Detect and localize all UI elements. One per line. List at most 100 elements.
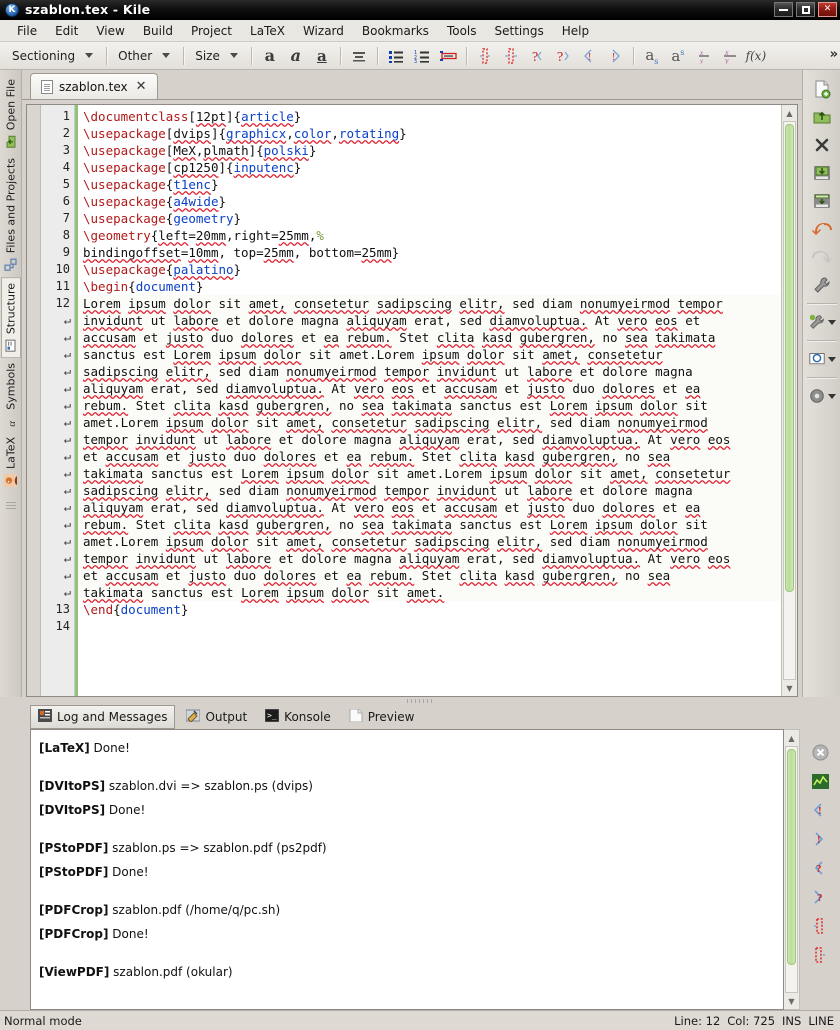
- code-editor[interactable]: 1 2 3 4 5 6 7 8 9 10 11 12 ↵ ↵ ↵ ↵ ↵ ↵ ↵ ↵ ↵ ↵ ↵ ↵ ↵ ↵ ↵ ↵ ↵ 13 14 \do…: [26, 104, 798, 697]
- chevron-down-icon[interactable]: [827, 319, 836, 325]
- close-button[interactable]: ✕: [818, 2, 837, 17]
- settings-icon[interactable]: [805, 383, 839, 409]
- code-line[interactable]: invidunt ut labore et dolore magna aliqu…: [78, 312, 781, 329]
- scroll-up-icon[interactable]: ▲: [784, 107, 796, 119]
- tabular-right-icon[interactable]: [498, 44, 524, 68]
- scrollbar-track[interactable]: [785, 746, 798, 993]
- code-line[interactable]: tempor invidunt ut labore et dolore magn…: [78, 431, 781, 448]
- menu-tools[interactable]: Tools: [438, 22, 486, 40]
- previous-warning-icon[interactable]: ?: [809, 859, 831, 877]
- menu-file[interactable]: File: [8, 22, 46, 40]
- italic-icon[interactable]: a: [283, 44, 309, 68]
- bold-icon[interactable]: a: [257, 44, 283, 68]
- sidebar-item-files-and-projects[interactable]: Files and Projects: [2, 153, 20, 276]
- code-text-area[interactable]: \documentclass[12pt]{article} \usepackage…: [75, 105, 781, 696]
- scroll-up-icon[interactable]: ▲: [786, 732, 798, 744]
- sidebar-item-structure[interactable]: Structure: [0, 276, 21, 358]
- numbered-list-icon[interactable]: 123: [409, 44, 435, 68]
- code-line[interactable]: \usepackage{geometry}: [78, 210, 781, 227]
- code-line[interactable]: tempor invidunt ut labore et dolore magn…: [78, 550, 781, 567]
- code-line[interactable]: takimata sanctus est Lorem ipsum dolor s…: [78, 584, 781, 601]
- sidebar-item-symbols[interactable]: α Symbols: [2, 358, 20, 433]
- menu-latex[interactable]: LaTeX: [241, 22, 294, 40]
- insert-mode-label[interactable]: INS: [782, 1014, 801, 1028]
- close-file-icon[interactable]: [805, 132, 839, 158]
- log-message-list[interactable]: [LaTeX] Done! [DVItoPS] szablon.dvi => sz…: [30, 729, 784, 1010]
- code-line[interactable]: aliquyam erat, sed diamvoluptua. At vero…: [78, 380, 781, 397]
- subscript-icon[interactable]: as: [639, 44, 665, 68]
- code-line[interactable]: \end{document}: [78, 601, 781, 618]
- size-combo[interactable]: Size: [189, 45, 244, 67]
- scrollbar-thumb[interactable]: [785, 124, 794, 592]
- tabular-left-icon[interactable]: [472, 44, 498, 68]
- selection-mode-label[interactable]: LINE: [808, 1014, 834, 1028]
- quote-right-icon[interactable]: ?: [550, 44, 576, 68]
- tab-output[interactable]: Output: [179, 706, 254, 728]
- menu-wizard[interactable]: Wizard: [294, 22, 353, 40]
- open-file-icon[interactable]: [805, 104, 839, 130]
- previous-error-icon[interactable]: !: [809, 801, 831, 819]
- document-tab-szablon-tex[interactable]: szablon.tex ✕: [30, 73, 158, 99]
- sidebar-item-latex[interactable]: LaTeX: [2, 432, 20, 492]
- editor-vertical-scrollbar[interactable]: ▲ ▼: [781, 105, 797, 696]
- new-file-icon[interactable]: [805, 76, 839, 102]
- maximize-button[interactable]: [796, 2, 815, 17]
- minimize-button[interactable]: [774, 2, 793, 17]
- scroll-down-icon[interactable]: ▼: [784, 682, 796, 694]
- save-icon[interactable]: [805, 160, 839, 186]
- angle-left-icon[interactable]: !: [576, 44, 602, 68]
- code-line[interactable]: \usepackage[cp1250]{inputenc}: [78, 159, 781, 176]
- sidebar-item-open-file[interactable]: Open File: [2, 74, 20, 153]
- other-combo[interactable]: Other: [112, 45, 176, 67]
- redo-icon[interactable]: [805, 244, 839, 270]
- menu-edit[interactable]: Edit: [46, 22, 87, 40]
- bullet-list-icon[interactable]: [383, 44, 409, 68]
- fraction-icon[interactable]: xy: [691, 44, 717, 68]
- code-line[interactable]: \usepackage{t1enc}: [78, 176, 781, 193]
- chevron-down-icon[interactable]: [827, 393, 836, 399]
- toolbar-overflow-button[interactable]: »: [830, 47, 838, 62]
- code-line[interactable]: \geometry{left=20mm,right=25mm,%: [78, 227, 781, 244]
- log-vertical-scrollbar[interactable]: ▲ ▼: [784, 729, 800, 1010]
- code-line[interactable]: Lorem ipsum dolor sit amet, consetetur s…: [78, 295, 781, 312]
- editor-icon-border[interactable]: [27, 105, 41, 696]
- code-line[interactable]: rebum. Stet clita kasd gubergren, no sea…: [78, 397, 781, 414]
- menu-project[interactable]: Project: [182, 22, 241, 40]
- code-line[interactable]: \usepackage[MeX,plmath]{polski}: [78, 142, 781, 159]
- build-icon[interactable]: [805, 272, 839, 298]
- code-line[interactable]: [78, 618, 781, 635]
- view-log-icon[interactable]: [809, 772, 831, 790]
- sidebar-resize-grip[interactable]: [5, 502, 16, 511]
- tab-konsole[interactable]: >_ Konsole: [258, 706, 338, 728]
- tab-preview[interactable]: Preview: [342, 706, 422, 728]
- code-line[interactable]: aliquyam erat, sed diamvoluptua. At vero…: [78, 499, 781, 516]
- function-icon[interactable]: f(x): [743, 44, 769, 68]
- angle-right-icon[interactable]: !: [602, 44, 628, 68]
- scrollbar-track[interactable]: [783, 121, 796, 680]
- code-line[interactable]: takimata sanctus est Lorem ipsum dolor s…: [78, 465, 781, 482]
- quickbuild-icon[interactable]: [805, 309, 839, 335]
- next-error-icon[interactable]: !: [809, 830, 831, 848]
- quote-left-icon[interactable]: ?: [524, 44, 550, 68]
- code-line[interactable]: bindingoffset=10mm, top=25mm, bottom=25m…: [78, 244, 781, 261]
- menu-build[interactable]: Build: [134, 22, 182, 40]
- code-line[interactable]: amet.Lorem ipsum dolor sit amet, consete…: [78, 533, 781, 550]
- viewpdf-icon[interactable]: [805, 346, 839, 372]
- save-all-icon[interactable]: [805, 188, 839, 214]
- code-line[interactable]: et accusam et justo duo dolores et ea re…: [78, 448, 781, 465]
- panel-splitter[interactable]: [0, 697, 840, 705]
- next-badbox-icon[interactable]: [809, 946, 831, 964]
- menu-settings[interactable]: Settings: [486, 22, 553, 40]
- code-line[interactable]: \documentclass[12pt]{article}: [78, 108, 781, 125]
- next-warning-icon[interactable]: ?: [809, 888, 831, 906]
- undo-icon[interactable]: [805, 216, 839, 242]
- code-line[interactable]: accusam et justo duo dolores et ea rebum…: [78, 329, 781, 346]
- close-log-icon[interactable]: [809, 743, 831, 761]
- code-line[interactable]: \usepackage{a4wide}: [78, 193, 781, 210]
- menu-view[interactable]: View: [87, 22, 133, 40]
- tab-log-and-messages[interactable]: Log and Messages: [30, 705, 176, 729]
- sectioning-combo[interactable]: Sectioning: [6, 45, 99, 67]
- scroll-down-icon[interactable]: ▼: [786, 995, 798, 1007]
- dfrac-icon[interactable]: xy: [717, 44, 743, 68]
- code-line[interactable]: \usepackage{palatino}: [78, 261, 781, 278]
